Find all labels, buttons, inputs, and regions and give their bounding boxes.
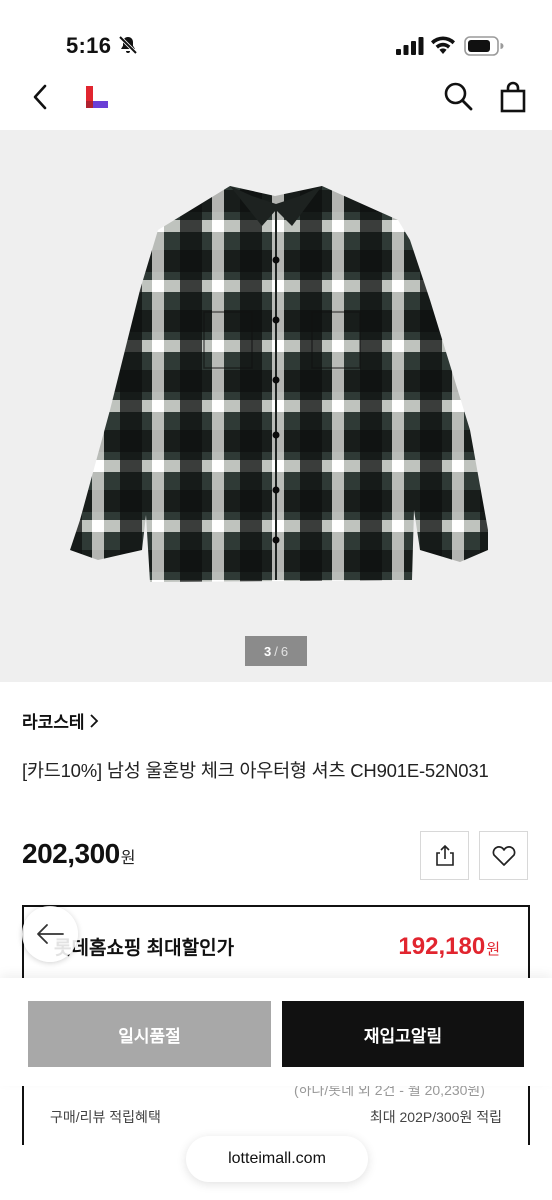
price-unit: 원	[120, 850, 136, 867]
reward-value: 최대 202P/300원 적립	[369, 1109, 502, 1125]
brand-name: 라코스테	[22, 713, 85, 732]
product-image-carousel[interactable]: 3 / 6	[0, 130, 552, 682]
browser-url-bar[interactable]: lotteimall.com	[186, 1136, 368, 1182]
product-title: [카드10%] 남성 울혼방 체크 아우터형 셔츠 CH901E-52N031	[22, 760, 489, 781]
price-value: 202,300	[22, 838, 120, 869]
discount-price: 192,180 원	[398, 933, 500, 961]
discount-label: 롯데홈쇼핑 최대할인가	[54, 938, 235, 959]
discount-price-value: 192,180	[398, 933, 486, 960]
price-row: 202,300 원	[22, 838, 135, 870]
image-counter-separator: /	[274, 643, 278, 659]
bottom-action-bar: 일시품절 재입고알림	[0, 978, 552, 1086]
wifi-icon	[431, 36, 455, 54]
status-time: 5:16	[66, 33, 112, 58]
restock-alert-button[interactable]: 재입고알림	[282, 1001, 524, 1067]
arrow-left-icon	[37, 924, 64, 944]
reward-label: 구매/리뷰 적립혜택	[50, 1109, 161, 1125]
brand-link[interactable]: 라코스테	[22, 708, 99, 733]
image-counter-current: 3	[263, 643, 272, 659]
image-counter-total: 6	[280, 643, 289, 659]
soldout-button[interactable]: 일시품절	[28, 1001, 271, 1067]
status-bar: 5:16	[0, 0, 552, 64]
share-button[interactable]	[420, 831, 469, 880]
nav-bar	[0, 64, 552, 130]
wishlist-button[interactable]	[479, 831, 528, 880]
share-icon	[435, 844, 454, 866]
image-counter: 3 / 6	[245, 636, 307, 666]
cellular-signal-icon	[396, 37, 424, 55]
battery-icon	[464, 36, 504, 56]
product-photo-shirt	[70, 186, 488, 582]
heart-icon	[492, 845, 515, 866]
discount-price-unit: 원	[486, 941, 500, 958]
bell-slash-icon	[118, 35, 138, 55]
chevron-right-icon	[89, 713, 98, 728]
floating-back-button[interactable]	[22, 906, 78, 962]
back-chevron-icon[interactable]	[24, 80, 56, 114]
lotte-logo[interactable]	[84, 84, 110, 110]
search-icon[interactable]	[442, 80, 474, 112]
shopping-bag-icon[interactable]	[496, 80, 530, 114]
home-indicator-area	[0, 1186, 552, 1200]
